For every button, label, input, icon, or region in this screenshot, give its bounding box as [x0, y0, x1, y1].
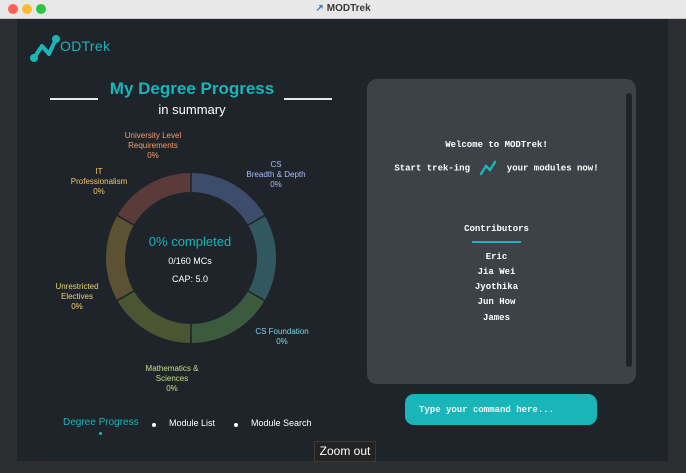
segment-name: Sciences [155, 374, 189, 383]
segment-name: University Level [124, 131, 182, 140]
donut-segment [117, 291, 191, 343]
nav-tab-degree-progress[interactable]: Degree Progress [63, 417, 139, 428]
segment-label: IT Professionalism 0% [59, 167, 139, 197]
nav-separator [152, 423, 156, 427]
segment-name: IT [95, 167, 103, 176]
segment-percent: 0% [276, 337, 288, 346]
mcs-count: 0/160 MCs [168, 256, 212, 266]
segment-name: Breadth & Depth [246, 170, 306, 179]
nav-tab-module-search[interactable]: Module Search [251, 418, 312, 428]
cap-value: CAP: 5.0 [171, 274, 209, 284]
trek-icon [480, 160, 497, 176]
contributor-item: Eric [485, 252, 508, 262]
segment-percent: 0% [71, 302, 83, 311]
completion-percent: 0% completed [148, 234, 232, 249]
console-scrollbar[interactable] [626, 93, 632, 367]
segment-label: CS Foundation 0% [242, 327, 322, 347]
start-message-suffix: your modules now! [506, 163, 599, 174]
segment-label: CS Breadth & Depth 0% [231, 160, 321, 190]
nav-tab-module-list[interactable]: Module List [169, 418, 215, 428]
contributors-underline [472, 241, 521, 243]
segment-percent: 0% [93, 187, 105, 196]
segment-percent: 0% [147, 151, 159, 160]
segment-name: Requirements [128, 141, 178, 150]
segment-name: Unrestricted [55, 282, 99, 291]
segment-name: Professionalism [70, 177, 128, 186]
segment-percent: 0% [166, 384, 178, 393]
contributor-item: Jyothika [474, 282, 519, 292]
welcome-message: Welcome to MODTrek! [445, 140, 548, 150]
command-input[interactable] [405, 394, 597, 425]
command-box[interactable] [405, 394, 597, 425]
start-message: Start trek-ing your modules now! [367, 160, 626, 176]
segment-name: CS Foundation [255, 327, 309, 336]
zoom-out-tooltip: Zoom out [314, 441, 376, 462]
nav-separator [234, 423, 238, 427]
contributors-title: Contributors [464, 224, 529, 234]
donut-segment [248, 216, 276, 300]
start-message-prefix: Start trek-ing [394, 163, 470, 174]
contributor-item: Jia Wei [477, 267, 516, 277]
segment-percent: 0% [270, 180, 282, 189]
contributor-item: Jun How [477, 297, 516, 307]
active-tab-indicator [99, 432, 102, 435]
segment-label: University Level Requirements 0% [106, 131, 200, 161]
segment-name: CS [270, 160, 282, 169]
contributor-item: James [482, 313, 510, 323]
segment-label: Mathematics & Sciences 0% [127, 364, 217, 394]
segment-label: Unrestricted Electives 0% [43, 282, 111, 312]
segment-name: Electives [60, 292, 93, 301]
segment-name: Mathematics & [145, 364, 199, 373]
